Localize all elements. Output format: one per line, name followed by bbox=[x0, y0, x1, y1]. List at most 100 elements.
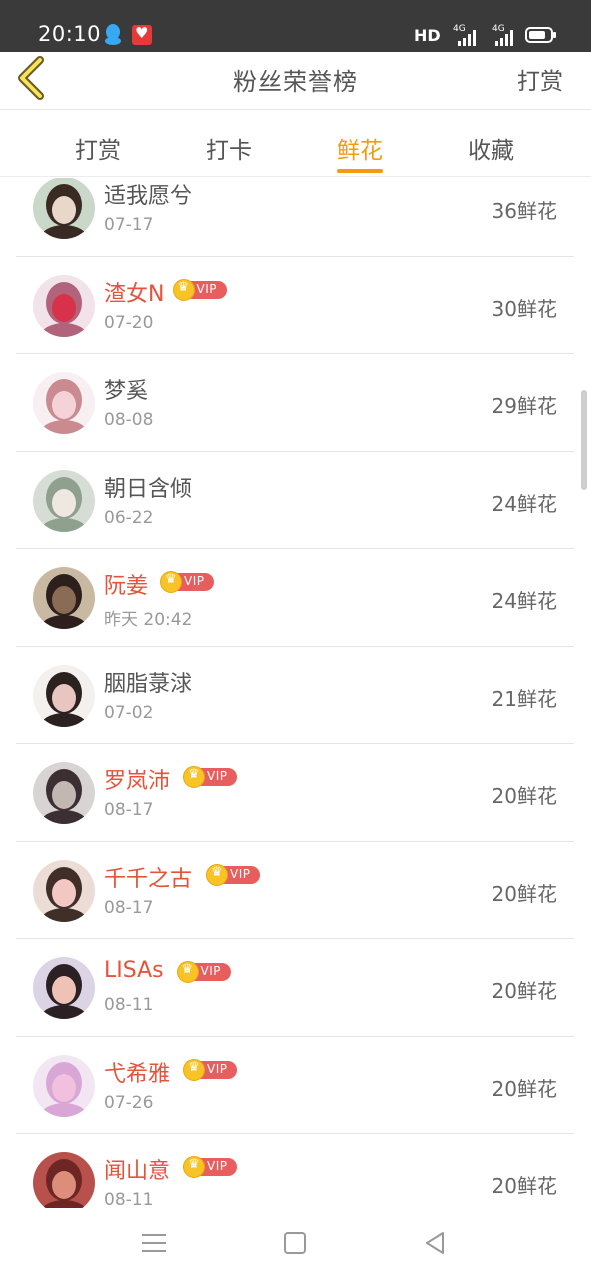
tab-label: 鲜花 bbox=[337, 138, 383, 164]
gift-date: 08-17 bbox=[104, 800, 154, 820]
battery-icon bbox=[525, 27, 556, 43]
flower-count: 36鲜花 bbox=[491, 199, 557, 223]
user-name[interactable]: 梦奚 bbox=[104, 373, 148, 405]
signal-icon bbox=[458, 30, 476, 46]
gift-date: 07-20 bbox=[104, 312, 154, 333]
vip-badge: VIP bbox=[176, 961, 233, 983]
vip-label: VIP bbox=[230, 866, 251, 881]
fan-ranking-list[interactable]: 适我愿兮 07-17 36鲜花渣女N VIP 07-20 30鲜花梦奚 08-08 29鲜花朝… bbox=[0, 178, 591, 1208]
gift-date: 08-11 bbox=[104, 1190, 154, 1208]
list-item[interactable]: 梦奚 08-08 29鲜花 bbox=[16, 354, 574, 452]
avatar[interactable] bbox=[33, 859, 95, 922]
gift-date: 08-17 bbox=[104, 897, 154, 918]
avatar[interactable] bbox=[33, 664, 95, 727]
reward-button[interactable]: 打赏 bbox=[517, 62, 563, 96]
list-item[interactable]: 适我愿兮 07-17 36鲜花 bbox=[16, 178, 574, 257]
list-item[interactable]: 胭脂菉浗 07-02 21鲜花 bbox=[16, 647, 574, 744]
system-nav-bar bbox=[0, 1208, 591, 1280]
vip-badge: VIP bbox=[183, 766, 239, 788]
list-item[interactable]: 渣女N VIP 07-20 30鲜花 bbox=[16, 257, 574, 354]
list-item[interactable]: 千千之古 VIP 08-17 20鲜花 bbox=[16, 842, 574, 939]
avatar[interactable] bbox=[33, 372, 95, 434]
list-item[interactable]: 朝日含倾 06-22 24鲜花 bbox=[16, 452, 574, 549]
crown-icon bbox=[183, 766, 205, 788]
user-name[interactable]: 罗岚沛 bbox=[104, 763, 170, 795]
user-name[interactable]: 闻山意 bbox=[104, 1153, 170, 1185]
active-tab-indicator bbox=[337, 169, 383, 173]
vip-label: VIP bbox=[207, 1159, 228, 1173]
avatar[interactable] bbox=[33, 178, 95, 239]
hd-label: HD bbox=[414, 26, 441, 45]
user-name[interactable]: 千千之古 bbox=[104, 861, 192, 893]
user-name[interactable]: LISAs bbox=[104, 958, 164, 983]
tab-bar: 打赏 打卡 鲜花 收藏 bbox=[0, 111, 591, 177]
list-item[interactable]: 罗岚沛 VIP 08-17 20鲜花 bbox=[16, 744, 574, 842]
flower-count: 24鲜花 bbox=[491, 589, 557, 613]
vip-label: VIP bbox=[207, 1061, 228, 1076]
page-title: 粉丝荣誉榜 bbox=[233, 68, 358, 96]
flower-count: 24鲜花 bbox=[491, 491, 557, 516]
vip-label: VIP bbox=[196, 281, 217, 296]
list-item[interactable]: LISAs VIP 08-11 20鲜花 bbox=[16, 939, 574, 1037]
vip-badge: VIP bbox=[172, 278, 229, 301]
user-name[interactable]: 胭脂菉浗 bbox=[104, 666, 192, 698]
vip-badge: VIP bbox=[183, 1156, 239, 1178]
flower-count: 20鲜花 bbox=[491, 979, 557, 1003]
tab-checkin[interactable]: 打卡 bbox=[206, 131, 252, 165]
list-item[interactable]: 闻山意 VIP 08-11 20鲜花 bbox=[16, 1134, 574, 1208]
avatar[interactable] bbox=[33, 274, 95, 337]
user-name[interactable]: 阮姜 bbox=[104, 568, 148, 600]
avatar[interactable] bbox=[33, 1152, 95, 1208]
tab-reward[interactable]: 打赏 bbox=[75, 131, 121, 165]
status-bar: 20:10 HD 4G 4G bbox=[0, 0, 591, 52]
tab-label: 收藏 bbox=[468, 138, 514, 164]
avatar[interactable] bbox=[33, 1054, 95, 1117]
gift-date: 07-17 bbox=[104, 215, 154, 235]
vip-label: VIP bbox=[207, 769, 228, 783]
crown-icon bbox=[206, 863, 228, 886]
vip-badge: VIP bbox=[183, 1058, 239, 1081]
flower-count: 20鲜花 bbox=[491, 1076, 557, 1101]
flower-count: 20鲜花 bbox=[491, 1174, 557, 1198]
gift-date: 08-08 bbox=[104, 410, 154, 430]
avatar[interactable] bbox=[33, 469, 95, 532]
signal-icon-2 bbox=[495, 30, 513, 46]
gift-date: 06-22 bbox=[104, 507, 154, 528]
home-icon[interactable] bbox=[284, 1232, 306, 1254]
menu-icon[interactable] bbox=[142, 1234, 166, 1254]
user-name[interactable]: 适我愿兮 bbox=[104, 178, 192, 210]
flower-count: 21鲜花 bbox=[491, 686, 557, 711]
tab-label: 打赏 bbox=[75, 138, 121, 164]
vip-label: VIP bbox=[200, 964, 221, 978]
app-notification-icon bbox=[132, 24, 152, 45]
gift-date: 08-11 bbox=[104, 995, 154, 1015]
crown-icon bbox=[176, 961, 199, 983]
avatar[interactable] bbox=[33, 762, 95, 824]
crown-icon bbox=[183, 1156, 205, 1178]
crown-icon bbox=[183, 1058, 205, 1081]
status-time: 20:10 bbox=[38, 22, 102, 46]
gift-date: 07-26 bbox=[104, 1092, 154, 1113]
user-name[interactable]: 弋希雅 bbox=[104, 1056, 170, 1088]
crown-icon bbox=[172, 278, 195, 301]
tab-flowers[interactable]: 鲜花 bbox=[337, 131, 383, 173]
list-item[interactable]: 弋希雅 VIP 07-26 20鲜花 bbox=[16, 1037, 574, 1134]
user-name[interactable]: 渣女N bbox=[104, 276, 164, 308]
qq-icon bbox=[105, 24, 121, 45]
scrollbar[interactable] bbox=[581, 390, 587, 490]
list-item[interactable]: 阮姜 VIP 昨天 20:42 24鲜花 bbox=[16, 549, 574, 647]
vip-badge: VIP bbox=[160, 571, 216, 593]
avatar[interactable] bbox=[33, 957, 95, 1019]
tab-favorites[interactable]: 收藏 bbox=[468, 131, 514, 165]
flower-count: 30鲜花 bbox=[491, 296, 557, 321]
vip-badge: VIP bbox=[206, 863, 262, 886]
header-bar: 粉丝荣誉榜 打赏 bbox=[0, 52, 591, 110]
gift-date: 昨天 20:42 bbox=[104, 610, 193, 630]
user-name[interactable]: 朝日含倾 bbox=[104, 471, 192, 503]
avatar[interactable] bbox=[33, 567, 95, 629]
flower-count: 20鲜花 bbox=[491, 881, 557, 906]
flower-count: 20鲜花 bbox=[491, 784, 557, 808]
vip-label: VIP bbox=[184, 574, 205, 588]
back-triangle-icon[interactable] bbox=[424, 1231, 446, 1255]
flower-count: 29鲜花 bbox=[491, 394, 557, 418]
